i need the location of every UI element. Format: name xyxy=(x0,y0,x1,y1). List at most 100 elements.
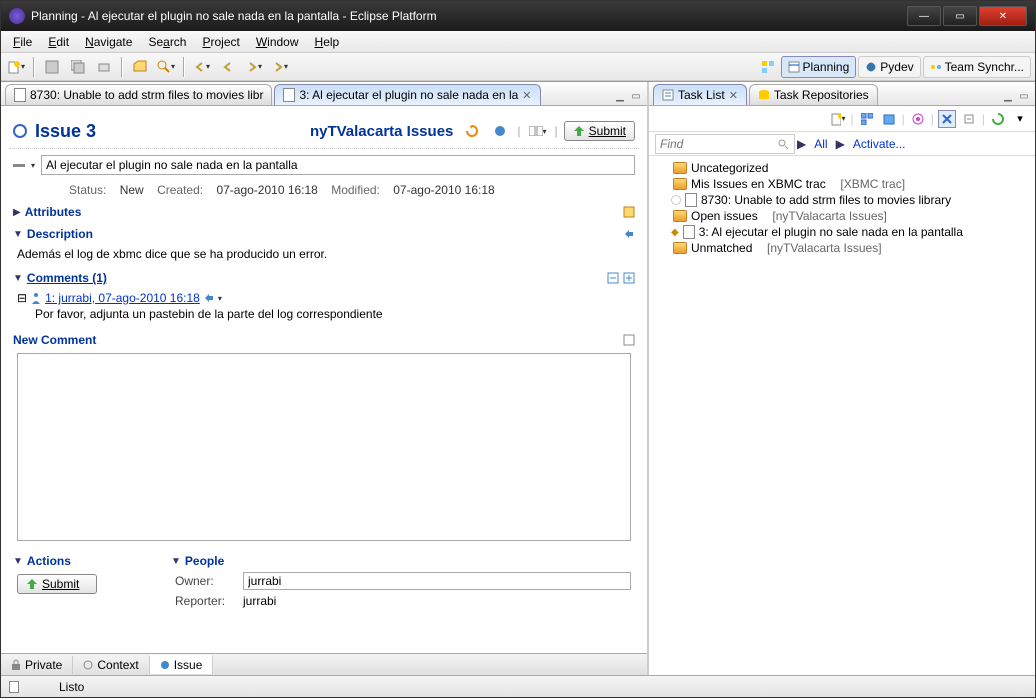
comment-1-text: Por favor, adjunta un pastebin de la par… xyxy=(17,305,631,323)
perspective-team-sync[interactable]: Team Synchr... xyxy=(923,56,1031,78)
modified-label: Modified: xyxy=(331,183,380,197)
expand-all-icon[interactable] xyxy=(623,272,635,284)
summary-input[interactable] xyxy=(41,155,635,175)
context-icon xyxy=(83,660,93,670)
search-button[interactable]: ▾ xyxy=(155,56,177,78)
nav-back-button[interactable] xyxy=(217,56,239,78)
maximize-button[interactable]: ▭ xyxy=(943,6,977,26)
reply-icon[interactable] xyxy=(623,228,635,240)
categorized-icon[interactable] xyxy=(858,110,876,128)
statusbar: Listo xyxy=(1,675,1035,697)
new-comment-textarea[interactable] xyxy=(17,353,631,541)
save-button[interactable] xyxy=(41,56,63,78)
new-task-icon[interactable]: ▾ xyxy=(829,110,847,128)
issue-repo[interactable]: nyTValacarta Issues xyxy=(310,123,453,140)
minimize-view-icon[interactable]: ▁ xyxy=(613,89,627,103)
maximize-view-icon[interactable]: ▭ xyxy=(629,89,643,103)
tree-task-8730[interactable]: 8730: Unable to add strm files to movies… xyxy=(651,192,1033,208)
close-button[interactable]: ✕ xyxy=(979,6,1027,26)
editor-tab-8730[interactable]: 8730: Unable to add strm files to movies… xyxy=(5,84,272,105)
open-task-button[interactable] xyxy=(129,56,151,78)
issue-status-icon xyxy=(13,124,27,138)
task-icon xyxy=(685,193,697,207)
owner-input[interactable] xyxy=(243,572,631,590)
save-all-button[interactable] xyxy=(67,56,89,78)
perspective-planning[interactable]: Planning xyxy=(781,56,857,78)
open-perspective-button[interactable] xyxy=(757,56,779,78)
find-input[interactable] xyxy=(655,134,795,154)
attributes-header[interactable]: ▶ Attributes xyxy=(9,203,639,221)
activate-link[interactable]: Activate... xyxy=(853,137,906,151)
menu-help[interactable]: Help xyxy=(307,33,348,51)
collapse-comment-icon[interactable]: ⊟ xyxy=(17,291,27,305)
status-label: Status: xyxy=(69,183,106,197)
tab-context[interactable]: Context xyxy=(73,656,149,674)
tree-open-issues[interactable]: Open issues [nyTValacarta Issues] xyxy=(651,208,1033,224)
menu-window[interactable]: Window xyxy=(248,33,307,51)
filter-icon[interactable] xyxy=(938,110,956,128)
task-list-toolbar: ▾ | | | | ▾ xyxy=(649,106,1035,132)
maximize-comment-icon[interactable] xyxy=(623,334,635,346)
main-toolbar: ▾ ▾ ▾ ▾ ▾ Planning Pydev Team Synchr... xyxy=(1,53,1035,81)
comments-header[interactable]: ▼ Comments (1) xyxy=(9,269,639,287)
focus-icon[interactable] xyxy=(909,110,927,128)
sync-icon[interactable] xyxy=(989,110,1007,128)
tab-task-list[interactable]: Task List ✕ xyxy=(653,84,747,105)
find-row: ▶ All ▶ Activate... xyxy=(649,132,1035,156)
actions-header[interactable]: ▼ Actions xyxy=(9,552,159,570)
comment-1-header[interactable]: ⊟ 1: jurrabi, 07-ago-2010 16:18 ▾ xyxy=(17,291,631,305)
menu-edit[interactable]: Edit xyxy=(40,33,77,51)
tree-mis-issues[interactable]: Mis Issues en XBMC trac [XBMC trac] xyxy=(651,176,1033,192)
collapse-all-icon[interactable] xyxy=(607,272,619,284)
tab-task-repositories[interactable]: Task Repositories xyxy=(749,84,878,105)
app-icon xyxy=(9,8,25,24)
view-menu-icon[interactable]: ▾ xyxy=(1011,110,1029,128)
reply-comment-icon[interactable] xyxy=(204,293,214,303)
submit-button[interactable]: Submit xyxy=(564,121,635,141)
menu-navigate[interactable]: Navigate xyxy=(77,33,140,51)
attributes-section: ▶ Attributes xyxy=(9,203,639,221)
comment-menu-icon[interactable]: ▾ xyxy=(218,294,222,303)
refresh-icon[interactable] xyxy=(461,120,483,142)
query-icon xyxy=(673,178,687,190)
nav-back-dropdown[interactable]: ▾ xyxy=(191,56,213,78)
actions-section: ▼ Actions Submit xyxy=(9,552,159,610)
tab-issue[interactable]: Issue xyxy=(150,655,214,674)
menu-project[interactable]: Project xyxy=(194,33,247,51)
refresh-attributes-icon[interactable] xyxy=(623,206,635,218)
person-icon xyxy=(31,292,41,304)
perspective-pydev[interactable]: Pydev xyxy=(858,56,920,78)
activate-task-icon[interactable] xyxy=(671,195,681,205)
people-header[interactable]: ▼ People xyxy=(167,552,639,570)
priority-dropdown-icon[interactable]: ▾ xyxy=(31,161,35,170)
created-label: Created: xyxy=(157,183,203,197)
menu-search[interactable]: Search xyxy=(140,33,194,51)
tree-uncategorized[interactable]: Uncategorized xyxy=(651,160,1033,176)
tree-unmatched[interactable]: Unmatched [nyTValacarta Issues] xyxy=(651,240,1033,256)
collapse-tree-icon[interactable] xyxy=(960,110,978,128)
menu-file[interactable]: File xyxy=(5,33,40,51)
close-view-icon[interactable]: ✕ xyxy=(729,89,738,102)
maximize-right-view-icon[interactable]: ▭ xyxy=(1017,89,1031,103)
editor-tab-3[interactable]: 3: Al ejecutar el plugin no sale nada en… xyxy=(274,84,540,105)
new-button[interactable]: ▾ xyxy=(5,56,27,78)
layout-icon[interactable]: ▾ xyxy=(527,120,549,142)
collapse-icon[interactable] xyxy=(13,164,25,167)
close-tab-icon[interactable]: ✕ xyxy=(522,89,531,102)
task-tree: Uncategorized Mis Issues en XBMC trac [X… xyxy=(649,156,1035,260)
nav-forward-dropdown[interactable]: ▾ xyxy=(269,56,291,78)
scheduled-icon[interactable] xyxy=(880,110,898,128)
nav-forward-button[interactable]: ▾ xyxy=(243,56,265,78)
all-link[interactable]: All xyxy=(814,137,827,151)
new-comment-section: New Comment xyxy=(9,331,639,548)
incoming-icon: ◆ xyxy=(671,227,679,238)
print-button[interactable] xyxy=(93,56,115,78)
task-icon xyxy=(283,88,295,102)
history-icon[interactable] xyxy=(489,120,511,142)
description-header[interactable]: ▼ Description xyxy=(9,225,639,243)
tree-task-3[interactable]: ◆ 3: Al ejecutar el plugin no sale nada … xyxy=(651,224,1033,240)
minimize-right-view-icon[interactable]: ▁ xyxy=(1001,89,1015,103)
actions-submit-button[interactable]: Submit xyxy=(17,574,97,594)
minimize-button[interactable]: — xyxy=(907,6,941,26)
tab-private[interactable]: Private xyxy=(1,656,73,674)
